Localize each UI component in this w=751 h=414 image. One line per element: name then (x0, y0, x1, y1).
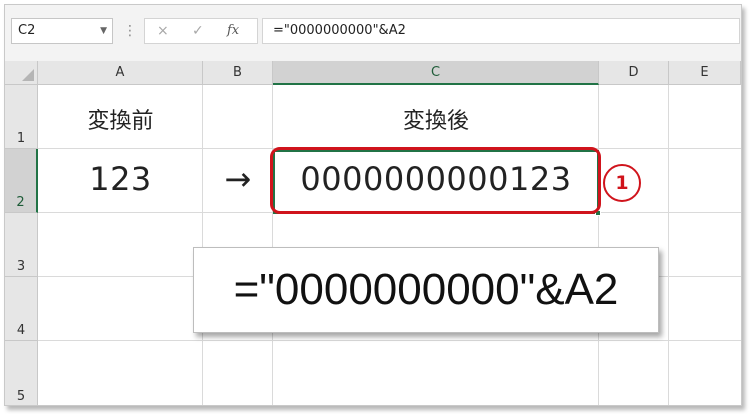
formula-bar-buttons: × ✓ fx (144, 18, 258, 44)
select-all-button[interactable] (5, 61, 38, 85)
row-header-5[interactable]: 5 (5, 341, 38, 405)
chevron-down-icon[interactable]: ▼ (100, 19, 107, 43)
formula-bar: C2 ▼ ⋮ × ✓ fx ="0000000000"&A2 (5, 5, 741, 57)
step-marker: 1 (603, 164, 641, 202)
cell-a1[interactable]: 変換前 (38, 103, 203, 135)
name-box[interactable]: C2 ▼ (11, 18, 113, 44)
insert-function-icon[interactable]: fx (227, 19, 239, 43)
gridline (668, 85, 669, 405)
row-header-1[interactable]: 1 (5, 85, 38, 149)
cancel-icon[interactable]: × (157, 19, 169, 43)
cell-b2[interactable]: → (203, 160, 273, 198)
formula-bar-grip-icon: ⋮ (123, 23, 137, 39)
row-header-3[interactable]: 3 (5, 213, 38, 277)
formula-callout: ="0000000000"&A2 (193, 247, 659, 333)
worksheet-grid: A B C D E 1 2 3 4 5 変換前 変換後 123 → 000000… (5, 61, 741, 405)
column-header-e[interactable]: E (669, 61, 741, 85)
cell-c1[interactable]: 変換後 (273, 103, 599, 135)
column-header-d[interactable]: D (599, 61, 669, 85)
column-header-b[interactable]: B (203, 61, 273, 85)
row-header-2[interactable]: 2 (5, 149, 38, 213)
enter-icon[interactable]: ✓ (192, 19, 204, 43)
column-header-c[interactable]: C (273, 61, 599, 85)
row-header-4[interactable]: 4 (5, 277, 38, 341)
spreadsheet-window: C2 ▼ ⋮ × ✓ fx ="0000000000"&A2 A B C D E… (4, 4, 742, 406)
column-header-a[interactable]: A (38, 61, 203, 85)
cell-a2[interactable]: 123 (38, 160, 203, 198)
formula-input[interactable]: ="0000000000"&A2 (262, 18, 740, 44)
select-all-triangle-icon (22, 69, 34, 81)
gridline (38, 340, 741, 341)
name-box-value: C2 (18, 23, 36, 38)
highlight-box (270, 147, 601, 214)
